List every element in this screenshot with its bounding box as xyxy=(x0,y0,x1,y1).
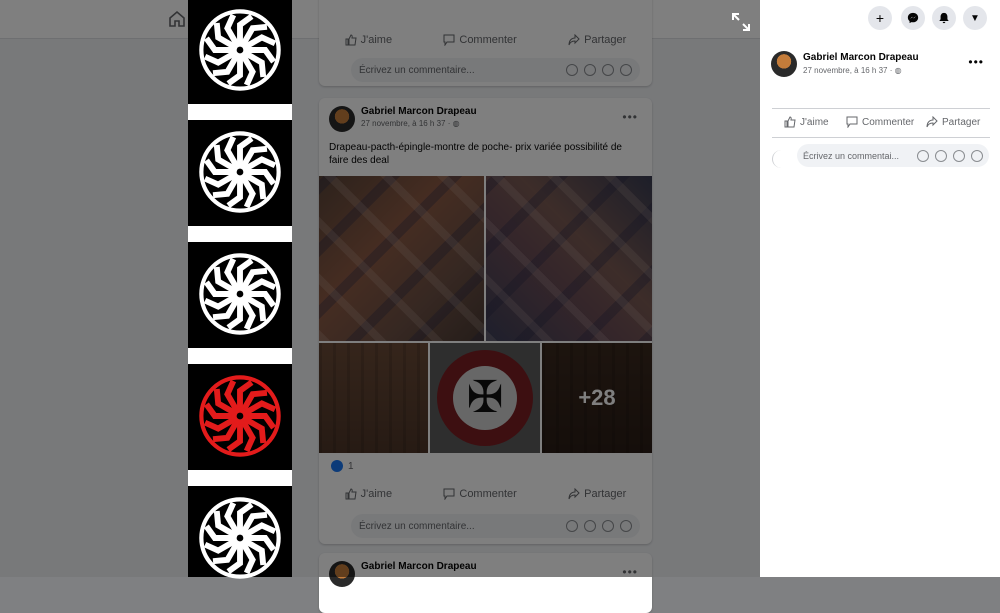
sun-symbol-icon xyxy=(199,253,281,335)
image-divider xyxy=(188,470,292,486)
image-divider xyxy=(188,348,292,364)
comment-placeholder: Écrivez un commentai... xyxy=(803,150,900,161)
viewer-image xyxy=(188,0,292,579)
messenger-icon xyxy=(907,12,919,24)
sun-symbol-icon xyxy=(199,497,281,579)
share-label: Partager xyxy=(942,116,981,128)
create-button[interactable]: + xyxy=(868,6,892,30)
side-panel: + ▼ Gabriel Marcon Drapeau 27 novembre, … xyxy=(760,0,1000,577)
account-menu-button[interactable]: ▼ xyxy=(963,6,987,30)
post-menu-icon[interactable]: ••• xyxy=(968,55,984,69)
gif-icon[interactable] xyxy=(953,149,965,162)
like-label: J'aime xyxy=(800,116,829,128)
caret-down-icon: ▼ xyxy=(970,12,980,24)
comment-avatar xyxy=(772,150,791,168)
messenger-button[interactable] xyxy=(901,6,925,30)
share-icon xyxy=(926,116,938,128)
divider xyxy=(772,108,990,109)
comment-input[interactable]: Écrivez un commentai... xyxy=(797,144,989,167)
sun-symbol-icon xyxy=(199,131,281,213)
post-author[interactable]: Gabriel Marcon Drapeau xyxy=(803,52,919,63)
image-divider xyxy=(188,226,292,242)
like-icon xyxy=(784,116,796,128)
image-divider xyxy=(188,104,292,120)
share-button[interactable]: Partager xyxy=(926,116,980,128)
sticker-icon[interactable] xyxy=(971,149,983,162)
like-button[interactable]: J'aime xyxy=(784,116,829,128)
plus-icon: + xyxy=(875,10,885,26)
comment-tools xyxy=(917,149,983,162)
emoji-icon[interactable] xyxy=(917,149,929,162)
notifications-button[interactable] xyxy=(932,6,956,30)
comment-icon xyxy=(846,116,858,128)
comment-button[interactable]: Commenter xyxy=(846,116,914,128)
comment-label: Commenter xyxy=(862,116,915,128)
sun-symbol-icon xyxy=(199,375,281,457)
divider xyxy=(772,137,990,138)
post-timestamp[interactable]: 27 novembre, à 16 h 37 · ◍ xyxy=(803,66,902,75)
sun-symbol-icon xyxy=(199,9,281,91)
camera-icon[interactable] xyxy=(935,149,947,162)
globe-icon: ◍ xyxy=(894,66,902,75)
bell-icon xyxy=(939,12,949,24)
post-time-text: 27 novembre, à 16 h 37 · xyxy=(803,66,895,75)
avatar[interactable] xyxy=(771,51,797,77)
viewer-overlay[interactable] xyxy=(0,0,760,577)
fullscreen-icon[interactable] xyxy=(731,12,751,32)
